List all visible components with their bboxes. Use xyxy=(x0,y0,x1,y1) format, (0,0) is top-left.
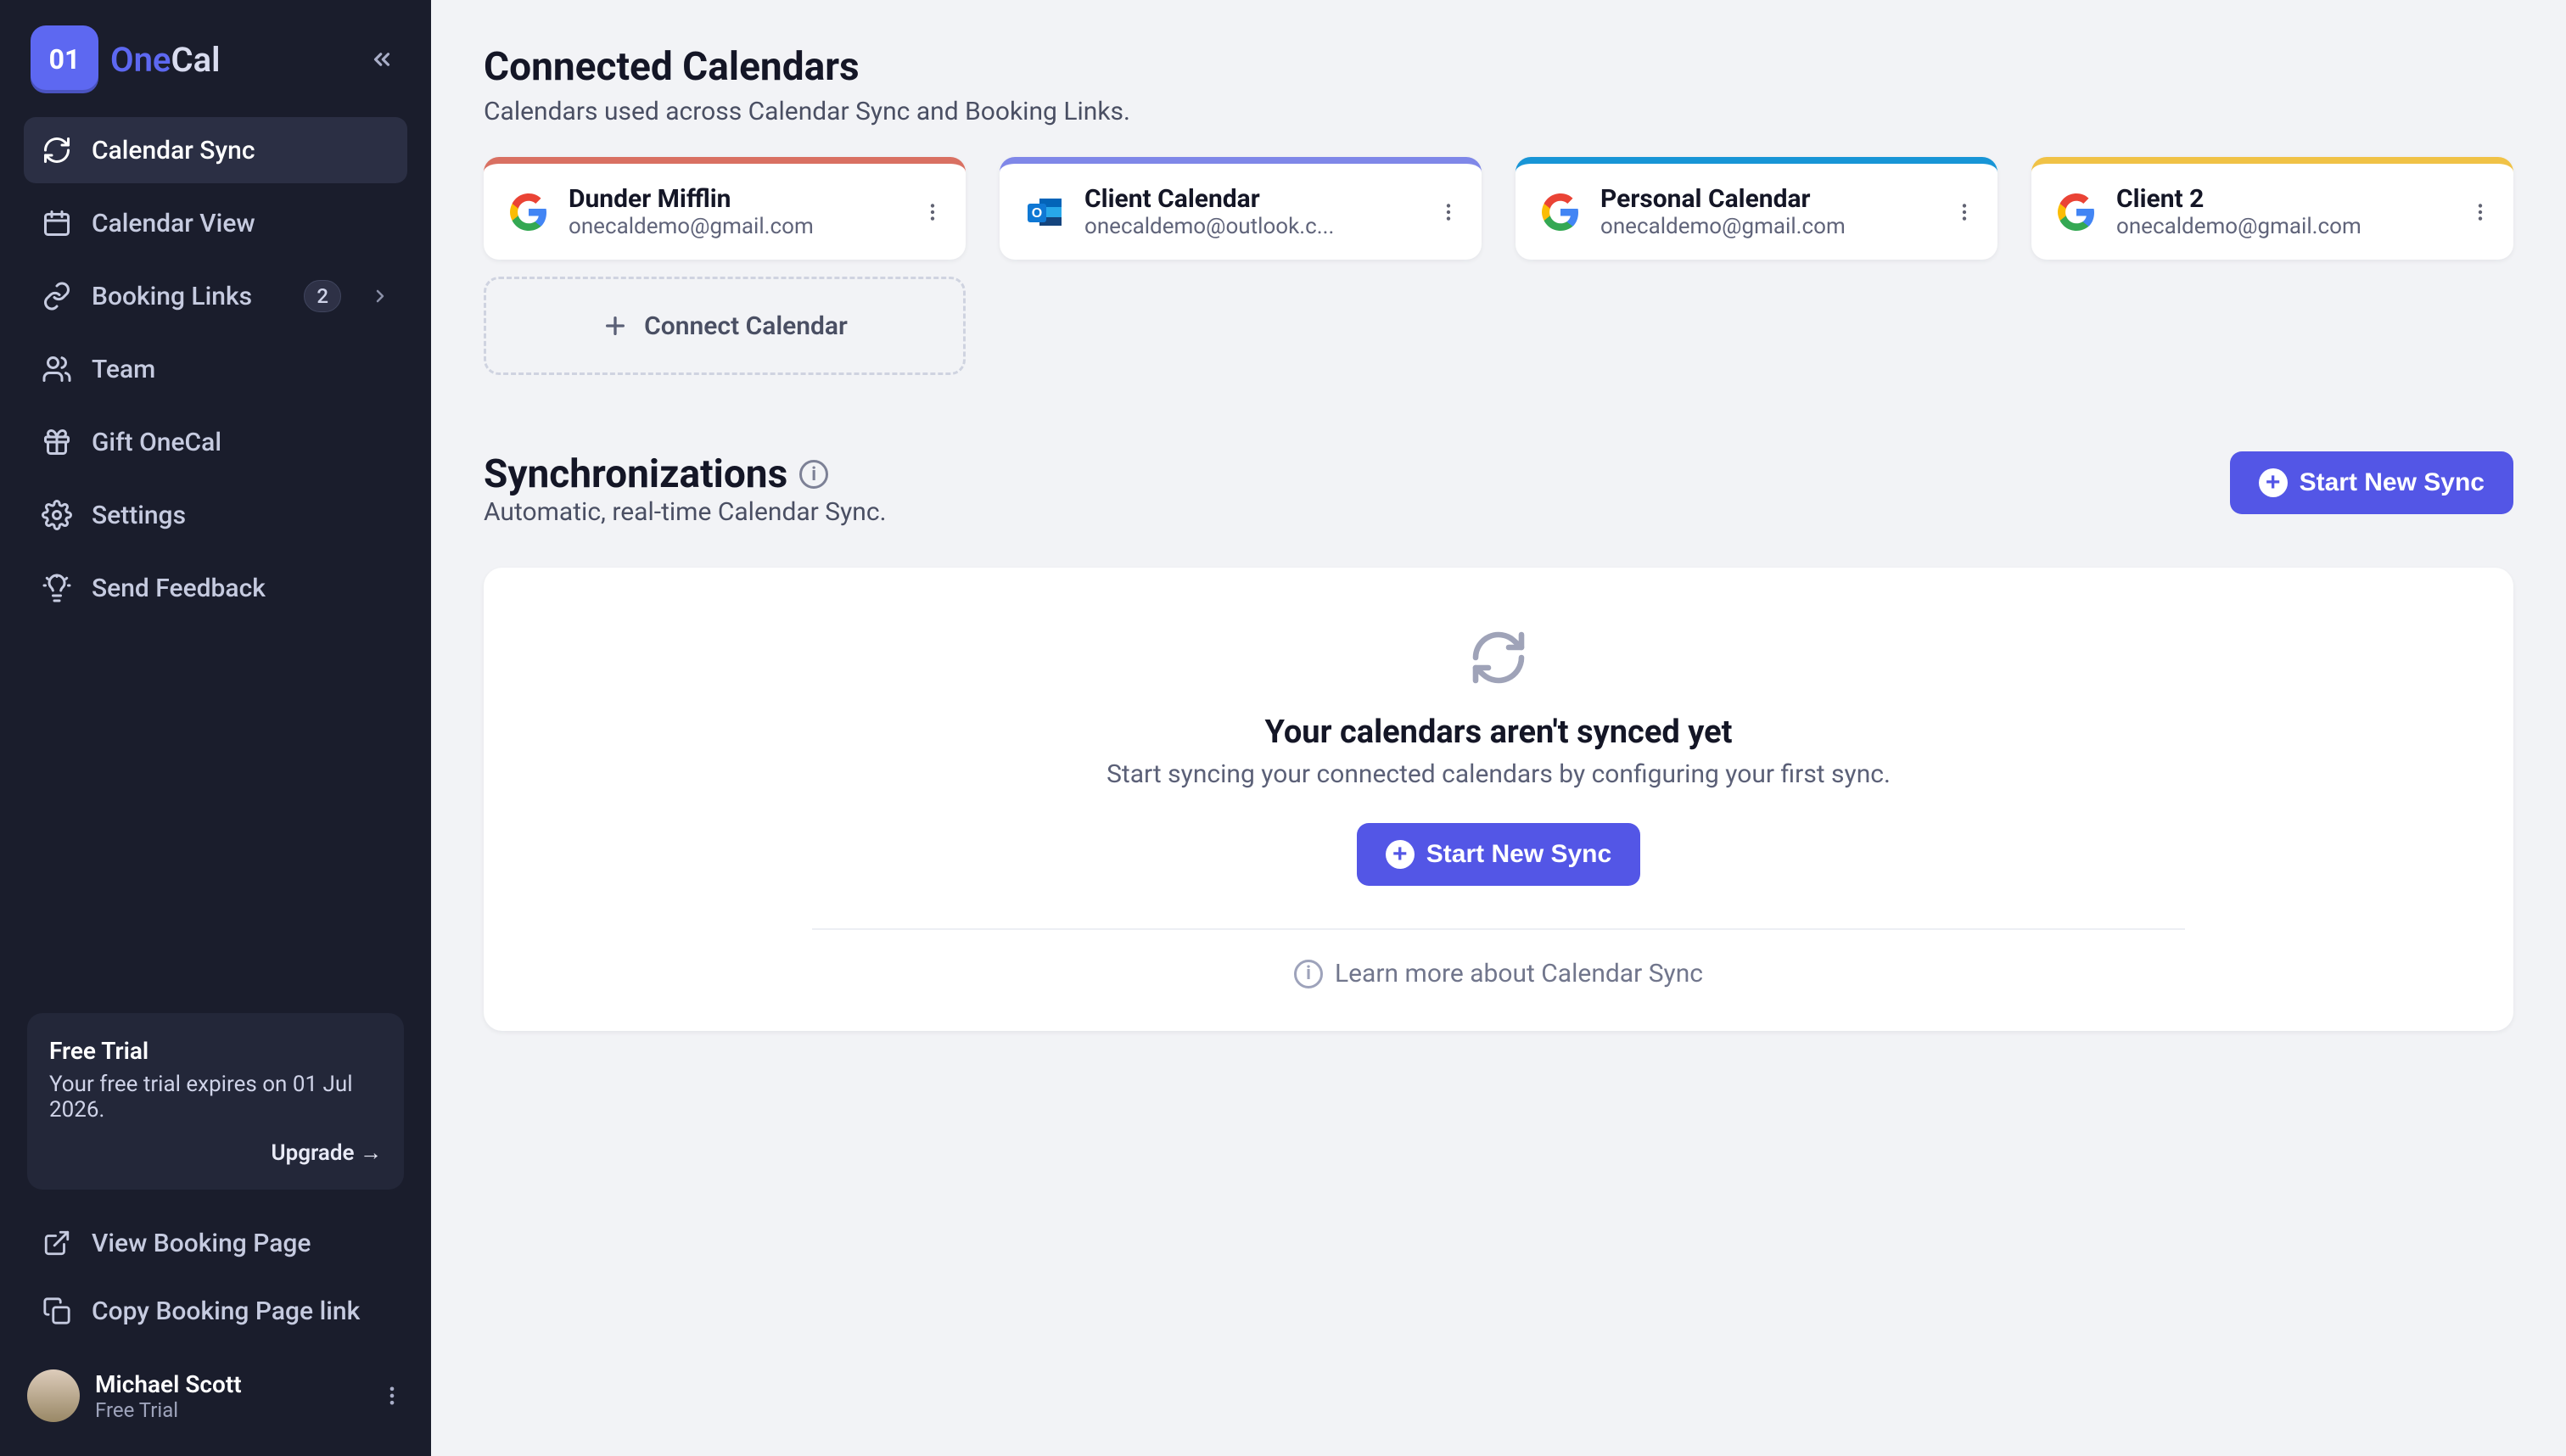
chevrons-left-icon xyxy=(369,47,395,72)
more-vertical-icon xyxy=(1437,201,1459,223)
outlook-icon: O xyxy=(1022,189,1067,235)
user-row: Michael Scott Free Trial xyxy=(0,1352,431,1431)
calendar-icon xyxy=(41,207,73,239)
nav-feedback[interactable]: Send Feedback xyxy=(24,555,407,621)
nav-calendar-sync[interactable]: Calendar Sync xyxy=(24,117,407,183)
brand-logo-icon: 01 xyxy=(31,25,98,93)
connect-calendar-button[interactable]: Connect Calendar xyxy=(484,277,966,375)
nav-label: Calendar Sync xyxy=(92,136,255,165)
nav-label: Booking Links xyxy=(92,282,252,311)
more-vertical-icon xyxy=(2469,201,2491,223)
empty-state-subtitle: Start syncing your connected calendars b… xyxy=(1107,759,1891,789)
nav-booking-links[interactable]: Booking Links 2 xyxy=(24,263,407,329)
calendar-card: Dunder Mifflin onecaldemo@gmail.com xyxy=(484,157,966,260)
nav-label: Calendar View xyxy=(92,209,255,238)
calendar-card-menu[interactable] xyxy=(2469,201,2491,223)
user-name: Michael Scott xyxy=(95,1370,242,1398)
collapse-sidebar-button[interactable] xyxy=(363,41,401,78)
plus-icon xyxy=(602,312,629,339)
svg-text:O: O xyxy=(1032,206,1042,221)
nav-label: Gift OneCal xyxy=(92,428,221,457)
nav-gift[interactable]: Gift OneCal xyxy=(24,409,407,475)
connected-calendars-subtitle: Calendars used across Calendar Sync and … xyxy=(484,97,2513,126)
calendar-card: Client 2 onecaldemo@gmail.com xyxy=(2031,157,2513,260)
avatar[interactable] xyxy=(27,1369,80,1422)
main-content: Connected Calendars Calendars used acros… xyxy=(431,0,2566,1456)
empty-start-new-sync-button[interactable]: + Start New Sync xyxy=(1357,823,1640,886)
user-menu-button[interactable] xyxy=(380,1384,404,1408)
gear-icon xyxy=(41,499,73,531)
calendar-card: O Client Calendar onecaldemo@outlook.c..… xyxy=(1000,157,1482,260)
calendar-email: onecaldemo@gmail.com xyxy=(1600,214,1846,239)
sync-icon xyxy=(1468,627,1529,688)
sidebar: 01 OneCal Calendar Sync Calendar View xyxy=(0,0,431,1456)
nav-settings[interactable]: Settings xyxy=(24,482,407,548)
more-vertical-icon xyxy=(922,201,944,223)
external-link-icon xyxy=(41,1227,73,1259)
sync-icon xyxy=(41,134,73,166)
connect-calendar-label: Connect Calendar xyxy=(644,311,848,341)
nav-calendar-view[interactable]: Calendar View xyxy=(24,190,407,256)
divider xyxy=(812,928,2185,930)
view-booking-page-link[interactable]: View Booking Page xyxy=(24,1210,407,1276)
calendar-card-menu[interactable] xyxy=(1437,201,1459,223)
calendar-email: onecaldemo@gmail.com xyxy=(2116,214,2362,239)
calendar-name: Client Calendar xyxy=(1084,184,1334,214)
primary-nav: Calendar Sync Calendar View Booking Link… xyxy=(0,117,431,621)
learn-more-label: Learn more about Calendar Sync xyxy=(1335,959,1703,988)
empty-sync-card: Your calendars aren't synced yet Start s… xyxy=(484,568,2513,1031)
calendar-name: Personal Calendar xyxy=(1600,184,1846,214)
synchronizations-title: Synchronizations xyxy=(484,451,787,497)
calendar-cards-grid: Dunder Mifflin onecaldemo@gmail.com O Cl… xyxy=(484,157,2513,260)
start-new-sync-button[interactable]: + Start New Sync xyxy=(2230,451,2513,514)
upgrade-link[interactable]: Upgrade → xyxy=(49,1140,382,1166)
calendar-email: onecaldemo@outlook.c... xyxy=(1084,214,1334,239)
link-label: Copy Booking Page link xyxy=(92,1296,360,1326)
copy-booking-page-link[interactable]: Copy Booking Page link xyxy=(24,1278,407,1344)
chevron-right-icon xyxy=(370,286,390,306)
nav-label: Send Feedback xyxy=(92,574,266,603)
calendar-card-menu[interactable] xyxy=(1953,201,1975,223)
nav-team[interactable]: Team xyxy=(24,336,407,402)
nav-label: Settings xyxy=(92,501,186,530)
users-icon xyxy=(41,353,73,385)
calendar-card-menu[interactable] xyxy=(922,201,944,223)
plus-circle-icon: + xyxy=(1386,840,1415,869)
learn-more-link[interactable]: i Learn more about Calendar Sync xyxy=(1294,959,1703,988)
calendar-email: onecaldemo@gmail.com xyxy=(569,214,814,239)
user-plan: Free Trial xyxy=(95,1398,242,1422)
link-label: View Booking Page xyxy=(92,1229,311,1258)
gift-icon xyxy=(41,426,73,458)
synchronizations-subtitle: Automatic, real-time Calendar Sync. xyxy=(484,497,886,527)
button-label: Start New Sync xyxy=(1426,840,1611,869)
plus-circle-icon: + xyxy=(2259,468,2288,497)
more-vertical-icon xyxy=(380,1384,404,1408)
connected-calendars-title: Connected Calendars xyxy=(484,44,2513,90)
google-icon xyxy=(1538,189,1583,235)
brand[interactable]: 01 OneCal xyxy=(31,25,220,93)
trial-title: Free Trial xyxy=(49,1037,382,1065)
nav-label: Team xyxy=(92,355,155,384)
booking-links-count-badge: 2 xyxy=(304,280,341,312)
lightbulb-icon xyxy=(41,572,73,604)
button-label: Start New Sync xyxy=(2300,468,2485,497)
calendar-name: Client 2 xyxy=(2116,184,2362,214)
trial-body: Your free trial expires on 01 Jul 2026. xyxy=(49,1072,382,1123)
empty-state-title: Your calendars aren't synced yet xyxy=(1265,714,1733,751)
google-icon xyxy=(2053,189,2099,235)
link-icon xyxy=(41,280,73,312)
brand-name: OneCal xyxy=(110,40,220,80)
more-vertical-icon xyxy=(1953,201,1975,223)
calendar-name: Dunder Mifflin xyxy=(569,184,814,214)
info-icon[interactable]: i xyxy=(799,460,828,489)
trial-card: Free Trial Your free trial expires on 01… xyxy=(27,1013,404,1190)
info-icon: i xyxy=(1294,960,1323,988)
calendar-card: Personal Calendar onecaldemo@gmail.com xyxy=(1516,157,1997,260)
google-icon xyxy=(506,189,552,235)
copy-icon xyxy=(41,1295,73,1327)
